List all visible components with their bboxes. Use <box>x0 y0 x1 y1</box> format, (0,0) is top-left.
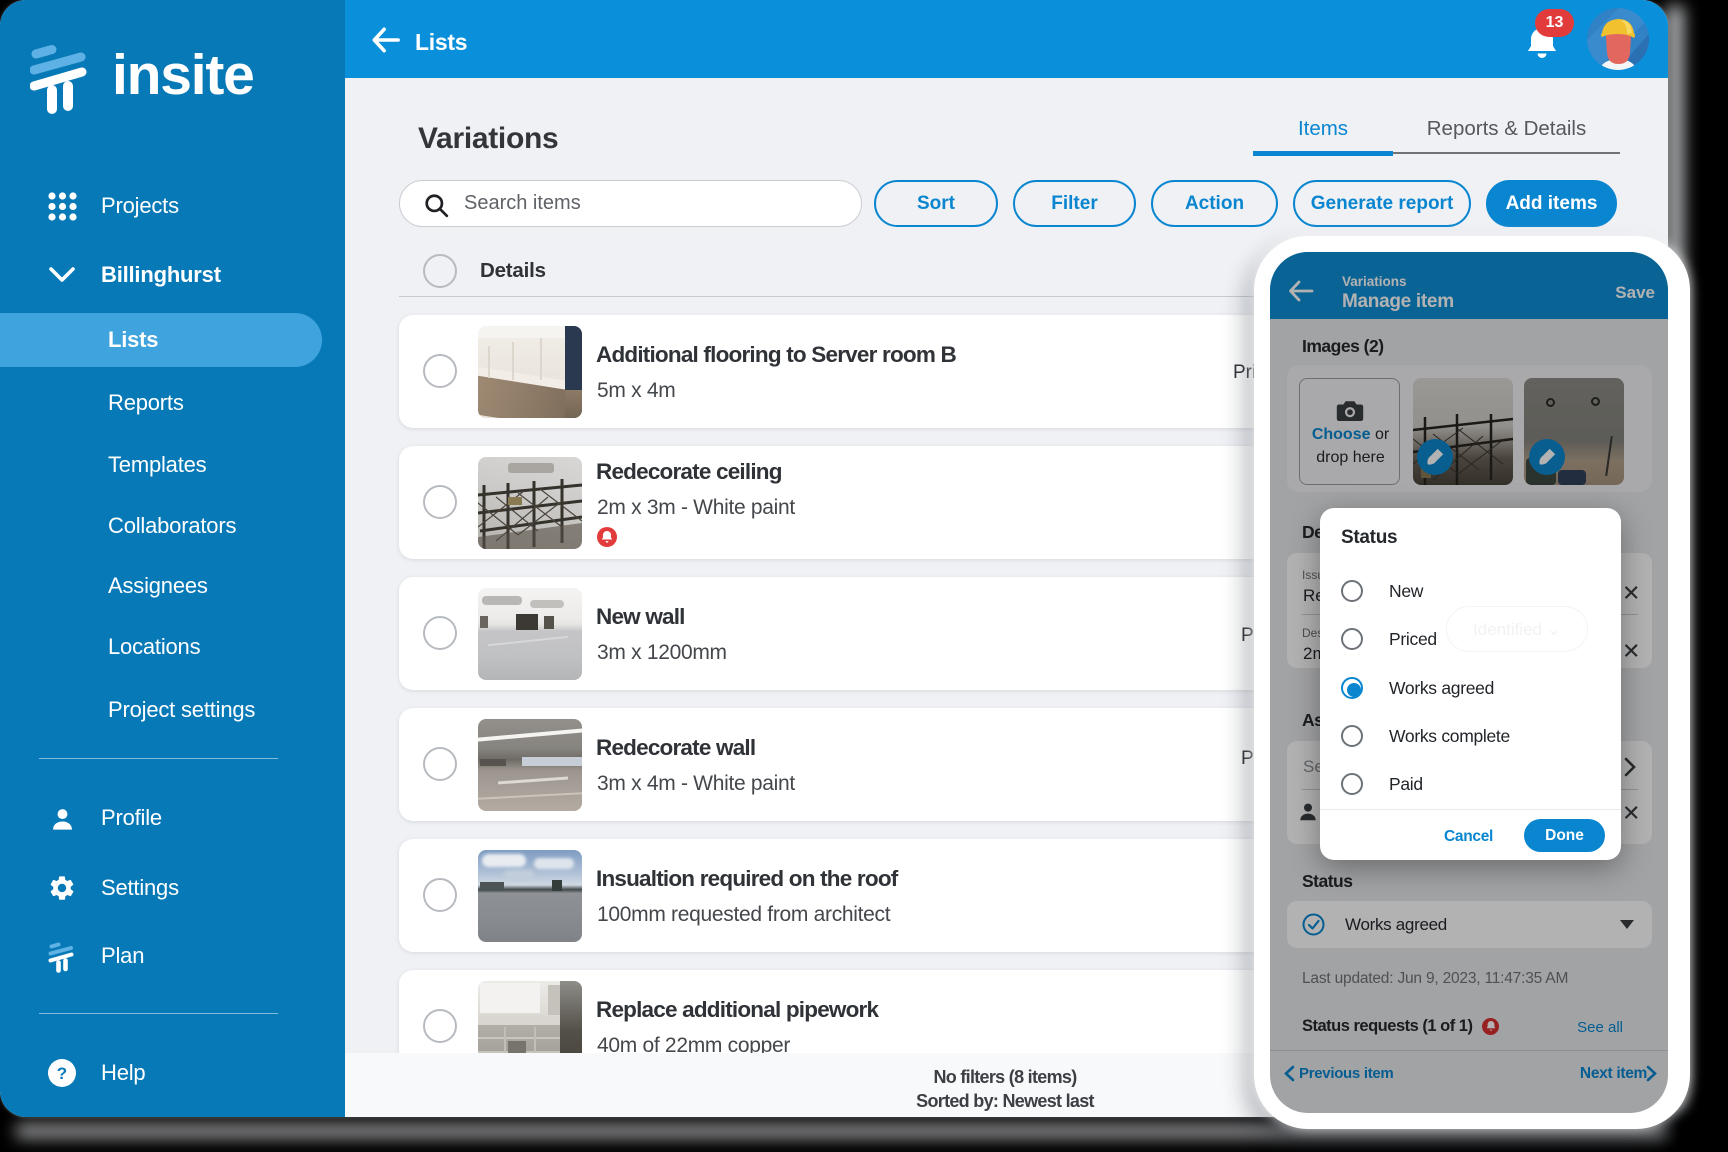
svg-text:?: ? <box>57 1064 67 1083</box>
